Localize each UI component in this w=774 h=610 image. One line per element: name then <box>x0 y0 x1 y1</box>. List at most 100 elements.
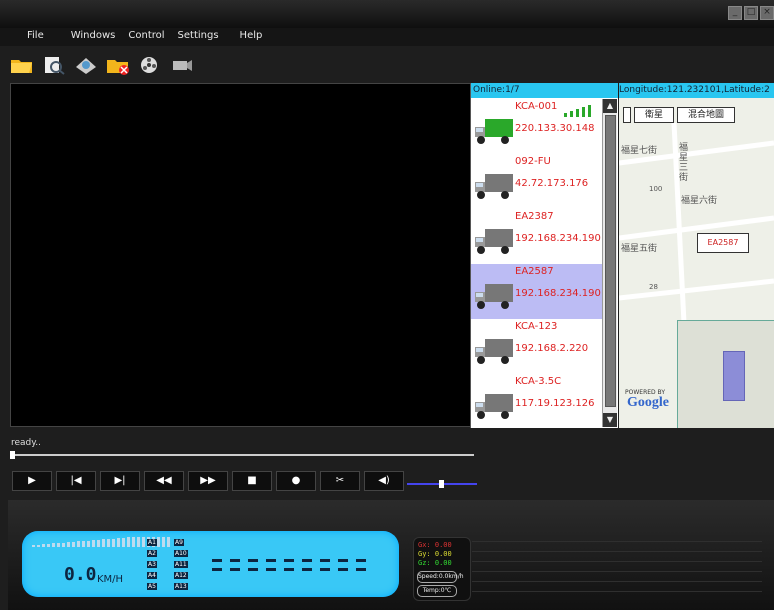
lcd-bar <box>107 539 110 547</box>
menu-help[interactable]: Help <box>228 28 272 46</box>
volume-button[interactable]: ◀) <box>364 471 404 491</box>
open-folder-icon[interactable] <box>10 55 34 75</box>
device-row[interactable]: EA2387 192.168.234.190 <box>471 209 602 264</box>
google-logo: Google <box>627 395 669 410</box>
lcd-bar <box>47 543 50 547</box>
map-tab-satellite[interactable]: 衛星 <box>634 107 675 123</box>
channel-indicator: A13 <box>174 583 188 590</box>
map-search-icon[interactable] <box>74 55 98 75</box>
lcd-dash <box>266 568 276 571</box>
scroll-thumb[interactable] <box>605 115 616 407</box>
device-row[interactable]: KCA-123 192.168.2.220 <box>471 319 602 374</box>
camera-icon[interactable] <box>170 55 194 75</box>
channel-indicator: A11 <box>174 561 188 568</box>
lcd-dash <box>230 559 240 562</box>
channel-indicator: A2 <box>147 550 157 557</box>
device-ip: 220.133.30.148 <box>515 123 595 134</box>
gx-value: Gx: 0.00 <box>418 541 452 549</box>
lcd-bar <box>132 537 135 547</box>
lcd-dash <box>302 559 312 562</box>
lcd-bar <box>122 537 125 547</box>
map-panel[interactable]: Longitude:121.232101,Latitude:2 衛星 混合地圖 … <box>619 83 774 428</box>
menu-file[interactable]: File <box>0 28 53 46</box>
menu-control[interactable]: Control <box>124 28 173 46</box>
video-display[interactable] <box>10 83 472 427</box>
device-name: KCA-3.5C <box>515 376 562 387</box>
lcd-bar <box>137 537 140 547</box>
seek-bar[interactable] <box>10 451 474 459</box>
play-button[interactable]: ▶ <box>12 471 52 491</box>
speed-display: 0.0 KM/H A1 A9 A2 A10 A3 A11 A4 A12 A5 A… <box>22 531 399 597</box>
map-street-label: 福星五街 <box>621 244 658 254</box>
next-button[interactable]: ▶| <box>100 471 140 491</box>
delete-folder-icon[interactable] <box>106 55 130 75</box>
seek-handle[interactable] <box>10 451 15 459</box>
volume-handle[interactable] <box>439 480 444 488</box>
device-row[interactable]: EA2587 192.168.234.190 <box>471 264 602 319</box>
lcd-bar <box>127 537 130 547</box>
device-list: Online:1/7 KCA-001 220.133.30.148 092-FU 42… <box>470 83 618 428</box>
snapshot-button[interactable]: ✂ <box>320 471 360 491</box>
search-icon[interactable] <box>42 55 66 75</box>
lcd-bar <box>167 537 170 547</box>
lcd-bar <box>117 538 120 547</box>
speed-unit: KM/H <box>97 574 124 585</box>
previous-button[interactable]: |◀ <box>56 471 96 491</box>
minimize-button[interactable]: _ <box>728 6 742 20</box>
rewind-button[interactable]: ◀◀ <box>144 471 184 491</box>
device-ip: 192.168.234.190 <box>515 233 601 244</box>
map-tab-hybrid[interactable]: 混合地圖 <box>677 107 736 123</box>
device-ip: 42.72.173.176 <box>515 178 589 189</box>
device-row[interactable]: KCA-001 220.133.30.148 <box>471 99 602 154</box>
device-name: EA2587 <box>515 266 554 277</box>
lcd-bar <box>32 545 35 547</box>
overview-viewport[interactable] <box>723 351 745 401</box>
lcd-dash <box>338 559 348 562</box>
overview-map[interactable] <box>677 320 774 428</box>
lcd-bar <box>87 540 90 547</box>
close-button[interactable]: × <box>760 6 774 20</box>
map-vehicle-marker[interactable]: EA2587 <box>697 233 749 253</box>
lcd-bar <box>77 541 80 547</box>
menu-windows[interactable]: Windows <box>53 28 125 46</box>
map-street-label: 福星七街 <box>621 146 658 156</box>
device-name: EA2387 <box>515 211 554 222</box>
channel-indicator: A4 <box>147 572 157 579</box>
map-tab-map[interactable] <box>623 107 631 123</box>
device-list-scrollbar[interactable]: ▲ ▼ <box>602 99 617 427</box>
online-count: Online:1/7 <box>471 83 618 98</box>
channel-indicator: A3 <box>147 561 157 568</box>
lcd-bar <box>62 542 65 547</box>
scroll-up-icon[interactable]: ▲ <box>603 99 617 113</box>
lcd-dash <box>284 559 294 562</box>
lcd-dash <box>302 568 312 571</box>
lcd-bar <box>112 538 115 547</box>
map-street-label: 福星六街 <box>681 196 718 206</box>
lcd-dash <box>266 559 276 562</box>
device-row[interactable]: KCA-3.5C 117.19.123.126 <box>471 374 602 429</box>
lcd-dash <box>338 568 348 571</box>
film-reel-icon[interactable] <box>138 55 162 75</box>
lcd-dash <box>248 559 258 562</box>
lcd-bar <box>102 539 105 547</box>
lcd-bar <box>37 544 40 547</box>
lcd-dash <box>284 568 294 571</box>
stop-button[interactable]: ■ <box>232 471 272 491</box>
menu-settings[interactable]: Settings <box>174 28 228 46</box>
channel-indicator: A12 <box>174 572 188 579</box>
signal-strength-icon <box>564 105 591 117</box>
lcd-bar <box>97 539 100 547</box>
status-text: ready.. <box>11 438 42 448</box>
map-number-label: 100 <box>649 185 663 193</box>
device-ip: 192.168.234.190 <box>515 288 601 299</box>
lcd-bar <box>42 544 45 547</box>
channel-indicator: A9 <box>174 539 184 546</box>
volume-slider[interactable] <box>407 480 477 488</box>
fast-forward-button[interactable]: ▶▶ <box>188 471 228 491</box>
record-button[interactable]: ● <box>276 471 316 491</box>
maximize-button[interactable]: □ <box>744 6 758 20</box>
truck-icon <box>475 394 513 419</box>
truck-icon <box>475 284 513 309</box>
scroll-down-icon[interactable]: ▼ <box>603 413 617 427</box>
device-row[interactable]: 092-FU 42.72.173.176 <box>471 154 602 209</box>
